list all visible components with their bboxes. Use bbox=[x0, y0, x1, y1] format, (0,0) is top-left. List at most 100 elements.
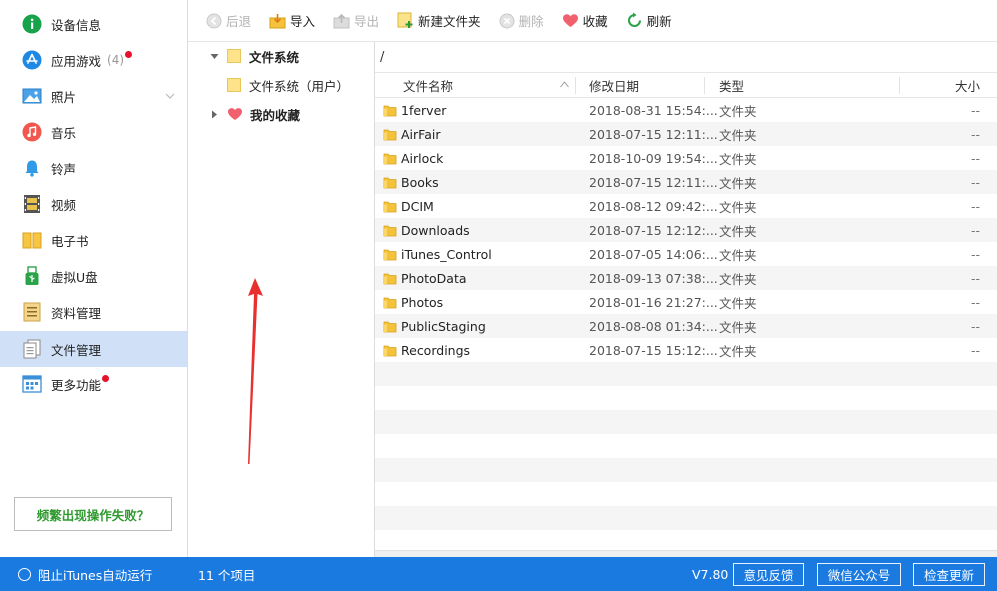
film-icon bbox=[22, 194, 42, 214]
refresh-button[interactable]: 刷新 bbox=[626, 11, 672, 30]
sidebar-item-device-info[interactable]: 设备信息 bbox=[0, 6, 187, 42]
version-label: V7.80 bbox=[692, 566, 729, 582]
tree-node-label: 文件系统 bbox=[249, 49, 300, 65]
sort-ascending-icon[interactable] bbox=[560, 81, 569, 88]
column-header-size[interactable]: 大小 bbox=[955, 73, 980, 98]
sidebar-item-file-management[interactable]: 文件管理 bbox=[0, 331, 187, 367]
sidebar-item-virtual-udisk[interactable]: 虚拟U盘 bbox=[0, 258, 187, 294]
file-table-header: 文件名称 修改日期 类型 大小 bbox=[375, 73, 997, 98]
favorite-button[interactable]: 收藏 bbox=[562, 11, 608, 30]
sidebar-item-more-features[interactable]: 更多功能 bbox=[0, 366, 187, 402]
sidebar-item-label: 照片 bbox=[51, 89, 77, 105]
table-row[interactable]: Photos 2018-01-16 21:27:... 文件夹 -- bbox=[375, 290, 997, 314]
file-type: 文件夹 bbox=[719, 151, 757, 167]
table-row[interactable]: PublicStaging 2018-08-08 01:34:... 文件夹 -- bbox=[375, 314, 997, 338]
frequent-failure-help-button[interactable]: 频繁出现操作失败？ bbox=[14, 497, 172, 531]
app-store-icon bbox=[22, 50, 42, 70]
file-type: 文件夹 bbox=[719, 199, 757, 215]
heart-icon bbox=[562, 14, 578, 27]
file-name: PhotoData bbox=[401, 270, 467, 286]
folder-icon bbox=[383, 129, 397, 141]
folder-icon bbox=[227, 49, 241, 63]
modified-date: 2018-07-15 12:11:... bbox=[589, 174, 718, 190]
sidebar-item-photos[interactable]: 照片 bbox=[0, 78, 187, 114]
folder-icon bbox=[383, 105, 397, 117]
back-button[interactable]: 后退 bbox=[206, 11, 251, 30]
column-header-label: 大小 bbox=[954, 79, 980, 94]
import-button[interactable]: 导入 bbox=[269, 11, 315, 30]
export-button[interactable]: 导出 bbox=[333, 11, 379, 30]
tree-node-label: 文件系统（用户） bbox=[249, 78, 350, 94]
horizontal-scrollbar[interactable] bbox=[375, 550, 997, 557]
back-label: 后退 bbox=[226, 14, 252, 29]
favorite-label: 收藏 bbox=[582, 14, 608, 29]
tree-node-file-system[interactable]: 文件系统 bbox=[210, 43, 299, 69]
file-type: 文件夹 bbox=[719, 247, 757, 263]
column-header-label: 修改日期 bbox=[589, 79, 640, 94]
caret-down-icon[interactable] bbox=[210, 52, 219, 61]
check-update-button[interactable]: 检查更新 bbox=[913, 563, 985, 586]
wechat-account-button[interactable]: 微信公众号 bbox=[817, 563, 901, 586]
new-folder-label: 新建文件夹 bbox=[418, 14, 481, 29]
sidebar-item-data-management[interactable]: 资料管理 bbox=[0, 294, 187, 330]
file-name: Airlock bbox=[401, 150, 444, 166]
sidebar-item-video[interactable]: 视频 bbox=[0, 186, 187, 222]
folder-icon bbox=[383, 225, 397, 237]
sidebar-item-apps-games[interactable]: 应用游戏 (4) bbox=[0, 42, 187, 78]
export-label: 导出 bbox=[354, 14, 380, 29]
file-size: -- bbox=[970, 126, 980, 142]
sidebar-item-music[interactable]: 音乐 bbox=[0, 114, 187, 150]
refresh-icon bbox=[627, 12, 641, 27]
sidebar-item-ebooks[interactable]: 电子书 bbox=[0, 222, 187, 258]
folder-icon bbox=[383, 273, 397, 285]
delete-button[interactable]: 删除 bbox=[499, 11, 544, 30]
table-row[interactable]: Airlock 2018-10-09 19:54:... 文件夹 -- bbox=[375, 146, 997, 170]
caret-right-icon[interactable] bbox=[210, 110, 219, 119]
usb-icon bbox=[22, 266, 42, 286]
new-folder-button[interactable]: 新建文件夹 bbox=[397, 11, 481, 30]
feedback-button[interactable]: 意见反馈 bbox=[733, 563, 804, 586]
photo-icon bbox=[22, 86, 42, 106]
file-name: Recordings bbox=[401, 342, 471, 358]
table-row[interactable]: iTunes_Control 2018-07-05 14:06:... 文件夹 -- bbox=[375, 242, 997, 266]
modified-date: 2018-07-05 14:06:... bbox=[589, 246, 718, 262]
file-type: 文件夹 bbox=[719, 175, 757, 191]
export-icon bbox=[333, 13, 350, 28]
table-row[interactable]: DCIM 2018-08-12 09:42:... 文件夹 -- bbox=[375, 194, 997, 218]
sidebar-item-ringtones[interactable]: 铃声 bbox=[0, 150, 187, 186]
notification-dot bbox=[125, 50, 133, 58]
file-name: 1ferver bbox=[401, 102, 447, 118]
file-name: Books bbox=[401, 174, 439, 190]
file-table-body: 1ferver 2018-08-31 15:54:... 文件夹 -- AirFair 2… bbox=[375, 98, 997, 552]
file-name: AirFair bbox=[401, 126, 441, 142]
chevron-down-icon[interactable] bbox=[165, 89, 175, 104]
table-row[interactable]: PhotoData 2018-09-13 07:38:... 文件夹 -- bbox=[375, 266, 997, 290]
table-row[interactable]: Downloads 2018-07-15 12:12:... 文件夹 -- bbox=[375, 218, 997, 242]
file-name-cell: Books bbox=[383, 170, 439, 194]
column-header-type[interactable]: 类型 bbox=[719, 73, 744, 98]
column-header-label: 文件名称 bbox=[403, 79, 454, 94]
file-size: -- bbox=[970, 294, 980, 310]
table-row[interactable]: Books 2018-07-15 12:11:... 文件夹 -- bbox=[375, 170, 997, 194]
table-row[interactable]: Recordings 2018-07-15 15:12:... 文件夹 -- bbox=[375, 338, 997, 362]
file-size: -- bbox=[970, 198, 980, 214]
block-itunes-toggle[interactable]: 阻止iTunes自动运行 bbox=[0, 557, 188, 591]
table-row[interactable]: AirFair 2018-07-15 12:11:... 文件夹 -- bbox=[375, 122, 997, 146]
status-bar: 阻止iTunes自动运行 11 个项目 V7.80 意见反馈 微信公众号 检查更… bbox=[0, 557, 997, 591]
file-name-cell: PublicStaging bbox=[383, 314, 486, 338]
table-row[interactable]: 1ferver 2018-08-31 15:54:... 文件夹 -- bbox=[375, 98, 997, 122]
modified-date: 2018-09-13 07:38:... bbox=[589, 270, 718, 286]
column-header-name[interactable]: 文件名称 bbox=[403, 73, 453, 98]
file-type: 文件夹 bbox=[719, 295, 757, 311]
tree-node-file-system-user[interactable]: 文件系统（用户） bbox=[227, 72, 349, 98]
path-bar[interactable]: / bbox=[375, 42, 997, 73]
column-header-date[interactable]: 修改日期 bbox=[589, 73, 639, 98]
tree-node-label: 我的收藏 bbox=[250, 107, 301, 123]
file-size: -- bbox=[970, 246, 980, 262]
contacts-icon bbox=[22, 302, 42, 322]
sidebar-item-label: 设备信息 bbox=[51, 17, 102, 33]
file-name-cell: Downloads bbox=[383, 218, 470, 242]
grid-icon bbox=[22, 374, 42, 394]
tree-node-my-favorites[interactable]: 我的收藏 bbox=[210, 101, 300, 127]
sidebar-item-label: 音乐 bbox=[51, 125, 77, 141]
